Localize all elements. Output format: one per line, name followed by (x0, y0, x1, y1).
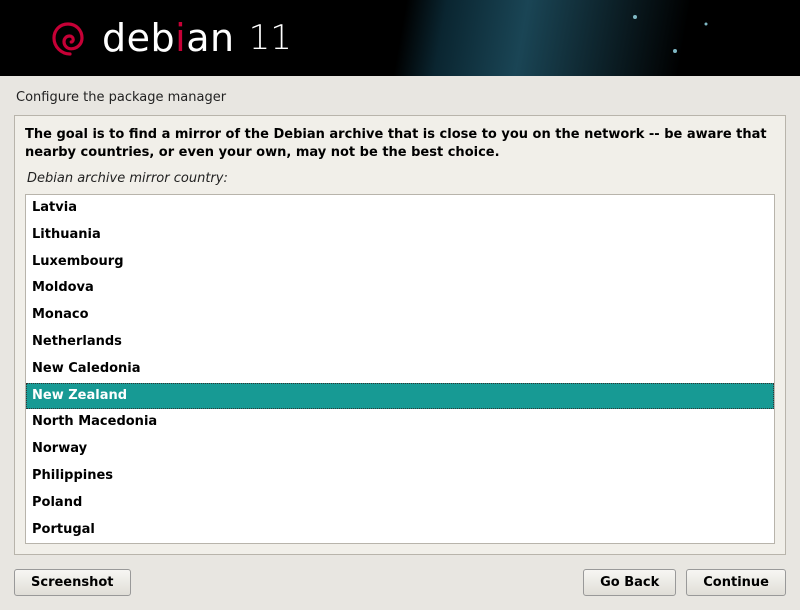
country-option[interactable]: Latvia (26, 195, 774, 222)
country-option[interactable]: Lithuania (26, 222, 774, 249)
mirror-country-listbox[interactable]: LatviaLithuaniaLuxembourgMoldovaMonacoNe… (25, 194, 775, 544)
country-option[interactable]: Luxembourg (26, 249, 774, 276)
page-title: Configure the package manager (0, 76, 800, 115)
country-option[interactable]: Moldova (26, 275, 774, 302)
country-option[interactable]: Romania (26, 543, 774, 544)
country-option[interactable]: Monaco (26, 302, 774, 329)
go-back-button[interactable]: Go Back (583, 569, 676, 596)
debian-swirl-icon (48, 18, 88, 58)
country-option[interactable]: Norway (26, 436, 774, 463)
screenshot-button[interactable]: Screenshot (14, 569, 131, 596)
list-label: Debian archive mirror country: (15, 165, 785, 192)
country-option[interactable]: Portugal (26, 517, 774, 544)
sparkle-icon (670, 46, 680, 56)
installer-header: debian 11 (0, 0, 800, 76)
country-option[interactable]: New Zealand (26, 383, 774, 410)
country-option[interactable]: Poland (26, 490, 774, 517)
version-text: 11 (249, 18, 292, 58)
instruction-text: The goal is to find a mirror of the Debi… (15, 116, 785, 165)
sparkle-icon (630, 12, 640, 22)
sparkle-icon (702, 20, 710, 28)
country-option[interactable]: Philippines (26, 463, 774, 490)
country-option[interactable]: Netherlands (26, 329, 774, 356)
button-bar: Screenshot Go Back Continue (0, 555, 800, 610)
continue-button[interactable]: Continue (686, 569, 786, 596)
content-panel: The goal is to find a mirror of the Debi… (14, 115, 786, 555)
brand-text: debian (102, 16, 235, 60)
country-option[interactable]: North Macedonia (26, 409, 774, 436)
country-option[interactable]: New Caledonia (26, 356, 774, 383)
